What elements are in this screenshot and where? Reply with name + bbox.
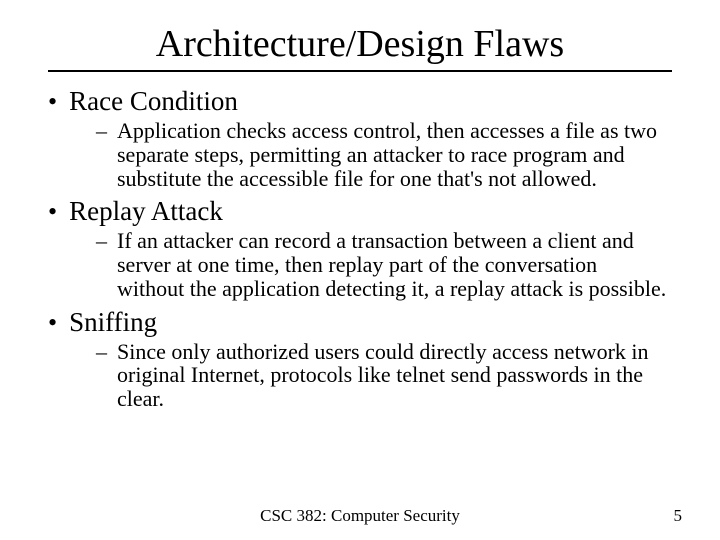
bullet-item: • Sniffing — [48, 307, 678, 338]
sub-item: – Application checks access control, the… — [96, 119, 668, 190]
sub-text: Application checks access control, then … — [117, 119, 668, 190]
bullet-label: Replay Attack — [69, 196, 223, 227]
sub-item: – If an attacker can record a transactio… — [96, 229, 668, 300]
title-rule — [48, 70, 672, 72]
slide-title: Architecture/Design Flaws — [42, 22, 678, 66]
sub-marker: – — [96, 229, 107, 253]
bullet-label: Sniffing — [69, 307, 157, 338]
footer-text: CSC 382: Computer Security — [0, 506, 720, 526]
bullet-label: Race Condition — [69, 86, 238, 117]
bullet-marker: • — [48, 310, 57, 336]
sub-item: – Since only authorized users could dire… — [96, 340, 668, 411]
sub-text: If an attacker can record a transaction … — [117, 229, 668, 300]
bullet-marker: • — [48, 199, 57, 225]
page-number: 5 — [674, 506, 683, 526]
sub-marker: – — [96, 119, 107, 143]
sub-text: Since only authorized users could direct… — [117, 340, 668, 411]
bullet-marker: • — [48, 89, 57, 115]
bullet-item: • Race Condition — [48, 86, 678, 117]
bullet-item: • Replay Attack — [48, 196, 678, 227]
sub-marker: – — [96, 340, 107, 364]
